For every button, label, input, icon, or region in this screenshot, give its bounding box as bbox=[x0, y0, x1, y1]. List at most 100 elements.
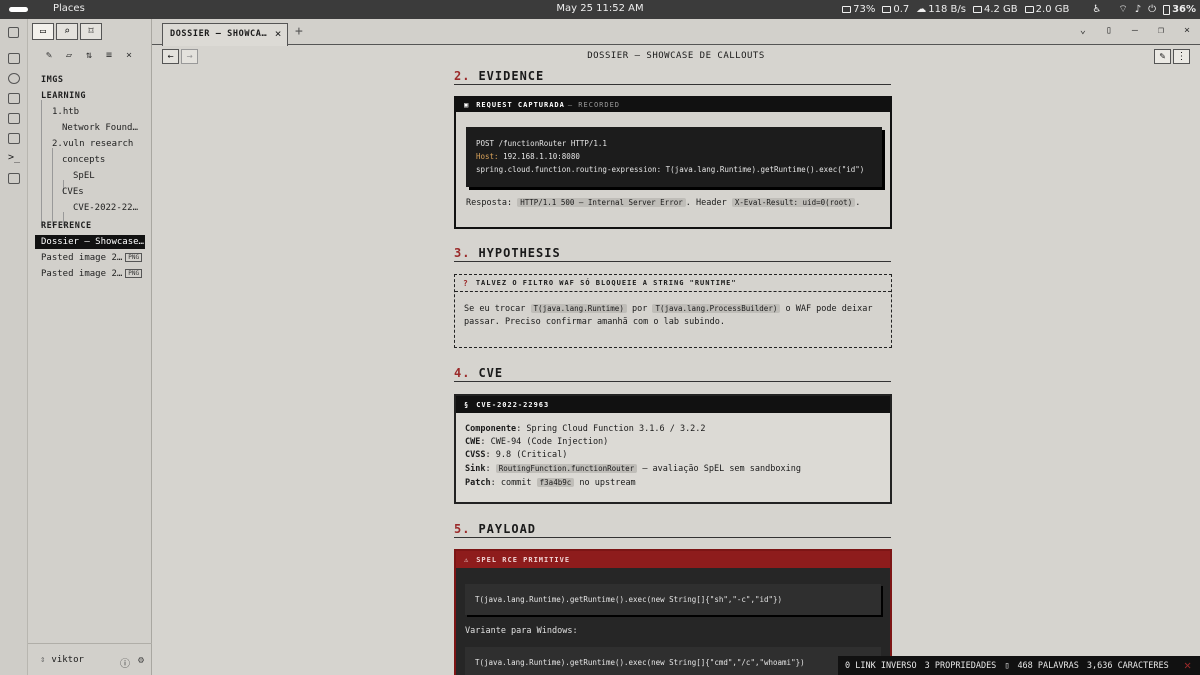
more-options-icon[interactable]: ⋮ bbox=[1173, 49, 1190, 64]
sidebar-tabs: ▭ ⌕ ⌑ bbox=[32, 23, 102, 41]
new-tab-icon[interactable]: + bbox=[295, 24, 303, 39]
outline-icon[interactable] bbox=[8, 173, 20, 184]
chevron-updown-icon: ⇕ bbox=[40, 655, 46, 665]
battery-icon bbox=[842, 6, 852, 13]
view-actions: ✎ ⋮ bbox=[1154, 49, 1190, 64]
cloud-icon: ☁ bbox=[916, 4, 927, 15]
backlinks-count[interactable]: 0 LINK INVERSO bbox=[845, 661, 917, 671]
templates-icon[interactable] bbox=[8, 133, 20, 144]
tree-guide bbox=[52, 148, 53, 226]
callout-header: § CVE-2022-22963 bbox=[456, 396, 890, 413]
theme-icon[interactable]: ✕ bbox=[1184, 659, 1196, 671]
volume-icon[interactable]: ♪ bbox=[1135, 4, 1141, 15]
file-type-badge: PNG bbox=[125, 253, 143, 262]
tab-dossier[interactable]: DOSSIER — SHOWCA… × bbox=[162, 23, 288, 46]
wifi-icon[interactable]: ⌔ bbox=[1118, 3, 1127, 16]
book-icon[interactable]: ▯ bbox=[1004, 661, 1009, 671]
square-icon: ▣ bbox=[464, 101, 470, 109]
bookmarks-tab-icon[interactable]: ⌑ bbox=[80, 23, 102, 40]
tree-file[interactable]: SpEL bbox=[73, 169, 146, 183]
tree-folder-imgs[interactable]: ›IMGS bbox=[41, 73, 146, 87]
tree-file[interactable]: CVE-2022-22… bbox=[73, 201, 146, 215]
code-block: T(java.lang.Runtime).getRuntime().exec(n… bbox=[465, 584, 881, 615]
host-line: Host: 192.168.1.10:8080 bbox=[476, 152, 580, 161]
tree-folder-vuln-research[interactable]: ⌄2.vuln research bbox=[52, 137, 146, 151]
callout-cve: § CVE-2022-22963 Componente: Spring Clou… bbox=[454, 394, 892, 504]
canvas-icon[interactable] bbox=[8, 93, 20, 104]
properties-count[interactable]: 3 PROPRIEDADES bbox=[925, 661, 997, 671]
close-icon[interactable]: × bbox=[275, 27, 282, 40]
edit-pencil-icon[interactable]: ✎ bbox=[1154, 49, 1171, 64]
network-rate[interactable]: ☁ 118 B/s bbox=[916, 4, 966, 15]
callout-text: Se eu trocar T(java.lang.Runtime) por T(… bbox=[464, 304, 873, 327]
cve-row: Sink: RoutingFunction.functionRouter — a… bbox=[465, 464, 801, 474]
tree-file[interactable]: Network Found… bbox=[62, 121, 146, 135]
cpu-load[interactable]: 0.7 bbox=[882, 4, 909, 15]
tree-folder-cves[interactable]: ⌄CVEs bbox=[62, 185, 146, 199]
accessibility-icon[interactable]: ♿ bbox=[1092, 4, 1101, 15]
view-header: ← → DOSSIER — SHOWCASE DE CALLOUTS ✎ ⋮ bbox=[152, 45, 1200, 69]
memory-icon bbox=[972, 6, 982, 13]
heading-evidence: 2. EVIDENCE bbox=[454, 69, 891, 85]
tree-folder-reference[interactable]: ›REFERENCE bbox=[41, 219, 146, 233]
file-type-badge: PNG bbox=[125, 269, 143, 278]
tree-file[interactable]: Pasted image 2… PNG bbox=[41, 267, 146, 281]
section-icon: § bbox=[464, 400, 470, 409]
document-body: 2. EVIDENCE ▣ REQUEST CAPTURADA — RECORDED… bbox=[454, 69, 892, 675]
code-block: POST /functionRouter HTTP/1.1 Host: 192.… bbox=[466, 127, 882, 187]
tree-folder-concepts[interactable]: ⌄concepts bbox=[62, 153, 146, 167]
memory-usage[interactable]: 4.2 GB bbox=[972, 4, 1018, 15]
callout-hypothesis: ? TALVEZ O FILTRO WAF SÓ BLOQUEIE A STRI… bbox=[454, 274, 892, 348]
new-note-icon[interactable]: ✎ bbox=[44, 51, 54, 61]
terminal-icon[interactable]: >_ bbox=[8, 153, 20, 164]
tree-guide bbox=[41, 100, 42, 226]
search-tab-icon[interactable]: ⌕ bbox=[56, 23, 78, 40]
activities-pill[interactable] bbox=[9, 7, 28, 12]
help-icon[interactable]: ⓘ bbox=[120, 655, 130, 670]
heading-payload: 5. PAYLOAD bbox=[454, 522, 891, 538]
cve-details: Componente: Spring Cloud Function 3.1.6 … bbox=[456, 413, 890, 490]
battery-widget[interactable]: 73% bbox=[842, 4, 875, 15]
callout-request: ▣ REQUEST CAPTURADA — RECORDED POST /func… bbox=[454, 96, 892, 229]
heading-hypothesis: 3. HYPOTHESIS bbox=[454, 246, 891, 262]
explorer-toolbar: ✎ ▱ ⇅ ≡ × bbox=[44, 51, 134, 61]
files-tab-icon[interactable]: ▭ bbox=[32, 23, 54, 40]
tree-folder-learning[interactable]: ⌄LEARNING bbox=[41, 89, 146, 103]
new-folder-icon[interactable]: ▱ bbox=[64, 51, 74, 61]
tree-file[interactable]: Pasted image 2… PNG bbox=[41, 251, 146, 265]
gear-icon[interactable]: ⚙ bbox=[138, 655, 144, 670]
tree-folder-1htb[interactable]: ⌄1.htb bbox=[52, 105, 146, 119]
restore-icon[interactable]: ❐ bbox=[1158, 25, 1164, 36]
cve-row: Componente: Spring Cloud Function 3.1.6 … bbox=[465, 424, 706, 434]
new-note-icon[interactable] bbox=[8, 53, 20, 64]
sort-icon[interactable]: ⇅ bbox=[84, 51, 94, 61]
graph-view-icon[interactable] bbox=[8, 73, 20, 84]
left-ribbon: >_ bbox=[0, 19, 28, 675]
sidebar-toggle-icon[interactable] bbox=[8, 27, 19, 38]
window-controls: ⌄ ▯ – ❐ × bbox=[1080, 25, 1190, 36]
code-block: T(java.lang.Runtime).getRuntime().exec(n… bbox=[465, 647, 881, 675]
battery-status[interactable]: 36% bbox=[1163, 4, 1196, 15]
callout-header: ▣ REQUEST CAPTURADA — RECORDED bbox=[456, 98, 890, 112]
question-icon: ? bbox=[463, 278, 469, 288]
minimize-icon[interactable]: – bbox=[1132, 25, 1138, 36]
page-title[interactable]: DOSSIER — SHOWCASE DE CALLOUTS bbox=[152, 51, 1200, 61]
places-menu[interactable]: Places bbox=[53, 3, 85, 14]
close-window-icon[interactable]: × bbox=[1184, 25, 1190, 36]
calendar-icon[interactable] bbox=[8, 113, 20, 124]
callout-header: ⚠ SPEL RCE PRIMITIVE bbox=[456, 551, 890, 568]
file-explorer: ▭ ⌕ ⌑ ✎ ▱ ⇅ ≡ × ›IMGS ⌄LEARNING ⌄1.htb N… bbox=[28, 19, 152, 675]
chevron-down-icon[interactable]: ⌄ bbox=[1080, 25, 1086, 36]
monitor-icon bbox=[882, 6, 892, 13]
swap-usage[interactable]: 2.0 GB bbox=[1024, 4, 1069, 15]
collapse-all-icon[interactable]: ≡ bbox=[104, 51, 114, 61]
power-icon[interactable]: ⏻ bbox=[1148, 4, 1156, 15]
sidebar-right-icon[interactable]: ▯ bbox=[1106, 25, 1112, 36]
system-topbar: Places May 25 11:52 AM 73% 0.7 ☁ 118 B/s … bbox=[0, 0, 1200, 19]
vault-switcher[interactable]: ⇕ viktor bbox=[40, 655, 84, 665]
callout-header: ? TALVEZ O FILTRO WAF SÓ BLOQUEIE A STRI… bbox=[455, 275, 891, 292]
close-all-icon[interactable]: × bbox=[124, 51, 134, 61]
callout-text: Variante para Windows: bbox=[465, 626, 578, 636]
tree-file-active[interactable]: Dossier — Showcase… bbox=[35, 235, 145, 249]
vault-footer: ⇕ viktor ⓘ ⚙ bbox=[28, 643, 152, 675]
